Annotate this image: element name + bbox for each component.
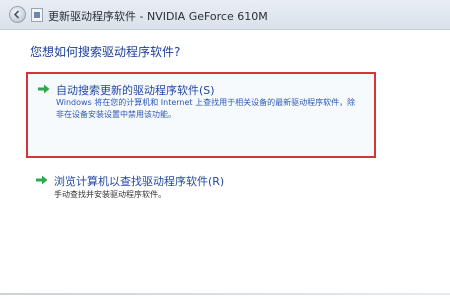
green-arrow-icon bbox=[36, 175, 48, 185]
option-browse-computer[interactable]: 浏览计算机以查找驱动程序软件(R) 手动查找并安装驱动程序软件。 bbox=[26, 170, 376, 210]
page-question: 您想如何搜索驱动程序软件? bbox=[30, 45, 181, 59]
app-icon bbox=[31, 8, 43, 22]
back-arrow-icon bbox=[13, 10, 20, 19]
green-arrow-icon bbox=[38, 84, 50, 94]
bottom-divider bbox=[0, 293, 450, 295]
option-auto-search-title: 自动搜索更新的驱动程序软件(S) bbox=[56, 84, 215, 97]
option-auto-search[interactable]: 自动搜索更新的驱动程序软件(S) Windows 将在您的计算机和 Intern… bbox=[26, 72, 376, 158]
content-panel: 您想如何搜索驱动程序软件? 自动搜索更新的驱动程序软件(S) Windows 将… bbox=[0, 30, 450, 299]
option-browse-computer-description: 手动查找并安装驱动程序软件。 bbox=[54, 190, 166, 199]
option-auto-search-description: Windows 将在您的计算机和 Internet 上查找用于相关设备的最新驱动… bbox=[56, 98, 356, 119]
back-button[interactable] bbox=[9, 6, 26, 23]
title-bar: 更新驱动程序软件 - NVIDIA GeForce 610M bbox=[0, 0, 450, 30]
window-title: 更新驱动程序软件 - NVIDIA GeForce 610M bbox=[48, 10, 268, 23]
option-browse-computer-title: 浏览计算机以查找驱动程序软件(R) bbox=[54, 175, 225, 188]
